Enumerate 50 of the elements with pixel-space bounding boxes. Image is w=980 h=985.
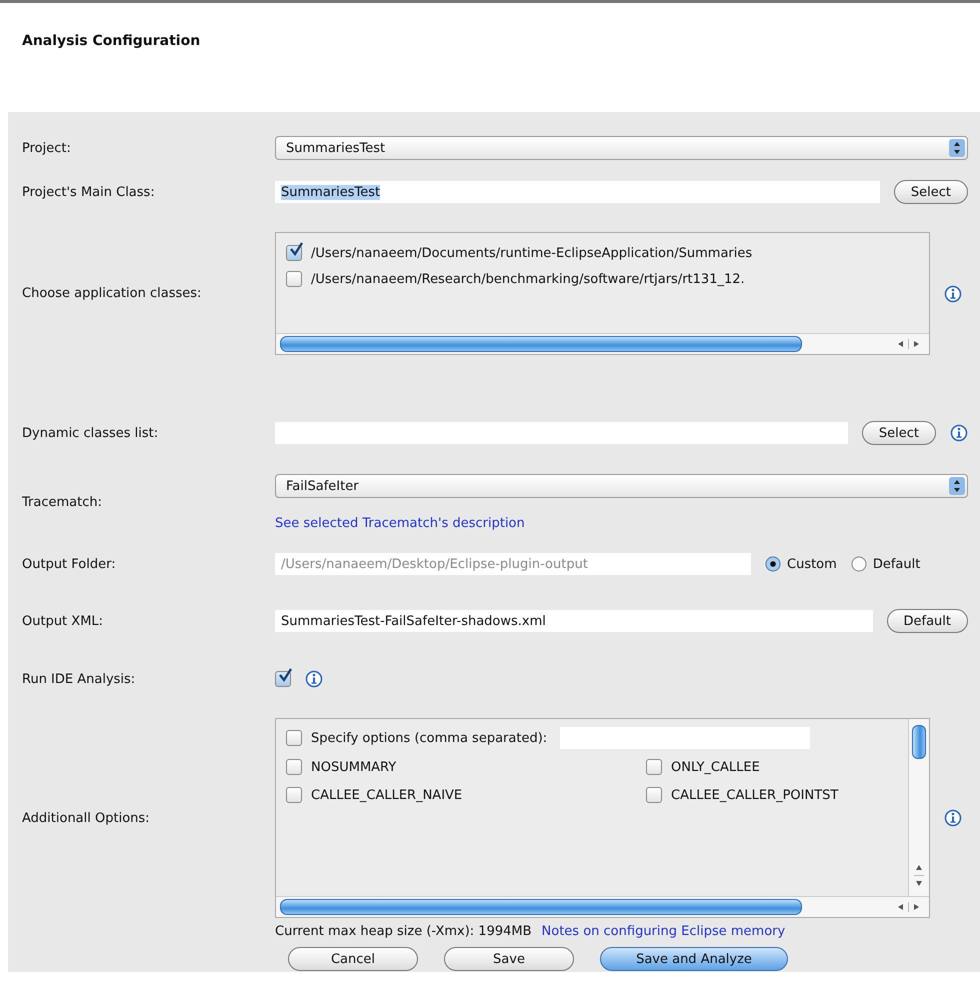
heap-size-text: Current max heap size (-Xmx): 1994MB [275,924,532,939]
field-label: Dynamic classes list: [22,426,160,440]
checkbox[interactable] [286,245,302,261]
button[interactable]: Cancel [288,947,418,971]
memory-notes-link[interactable]: Notes on configuring Eclipse memory [542,924,786,939]
button[interactable]: Save and Analyze [600,947,788,971]
dropdown[interactable]: FailSafeIter [275,474,968,498]
button[interactable]: Select [862,421,936,445]
button[interactable]: Default [886,609,968,633]
dropdown[interactable]: SummariesTest [275,136,968,160]
info-icon[interactable] [950,424,968,442]
checkbox[interactable] [275,671,291,687]
option-label[interactable]: NOSUMMARY [311,760,396,774]
checkbox[interactable] [646,759,662,775]
button[interactable]: Select [894,180,968,204]
checkbox[interactable] [286,271,302,287]
option-label[interactable]: Specify options (comma separated): [311,730,548,746]
field-label: Tracematch: [22,495,103,510]
scroll-thumb[interactable] [280,899,802,915]
field-label: Choose application classes: [22,286,202,301]
scroll-thumb[interactable] [280,336,802,352]
page-title: Analysis Configuration [22,33,202,49]
class-path[interactable]: /Users/nanaeem/Documents/runtime-EclipseApplication/Summaries [311,246,752,260]
description-link[interactable]: See selected Tracematch's description [275,516,968,531]
info-icon[interactable] [944,284,962,302]
info-icon[interactable] [305,670,323,688]
vertical-scrollbar[interactable] [908,719,929,896]
field-label: Project: [22,140,72,156]
field-label: Run IDE Analysis: [22,672,136,686]
horizontal-scrollbar[interactable] [276,333,929,354]
checkbox[interactable] [646,787,662,803]
checkbox[interactable] [286,759,302,775]
field-label: Output XML: [22,614,104,628]
checkbox[interactable] [286,787,302,803]
option-label[interactable]: ONLY_CALLEE [671,760,760,774]
text-field[interactable]: SummariesTest [275,181,880,203]
class-path[interactable]: /Users/nanaeem/Research/benchmarking/software/rtjars/rt131_12. [311,272,745,286]
scroll-thumb[interactable] [912,725,926,759]
info-icon[interactable] [944,809,962,827]
dropdown-arrows-icon[interactable] [949,139,965,157]
checkbox[interactable] [286,730,302,746]
field-label: Additionall Options: [22,810,151,826]
option-label[interactable]: CALLEE_CALLER_POINTST [671,788,838,802]
option-label[interactable]: CALLEE_CALLER_NAIVE [311,788,462,802]
button[interactable]: Save [444,947,574,971]
text-field[interactable]: SummariesTest-FailSafeIter-shadows.xml [275,610,872,632]
field-label: Project's Main Class: [22,184,156,200]
horizontal-scrollbar[interactable] [276,896,929,917]
dropdown-arrows-icon[interactable] [949,477,965,495]
field-label: Output Folder: [22,556,117,572]
